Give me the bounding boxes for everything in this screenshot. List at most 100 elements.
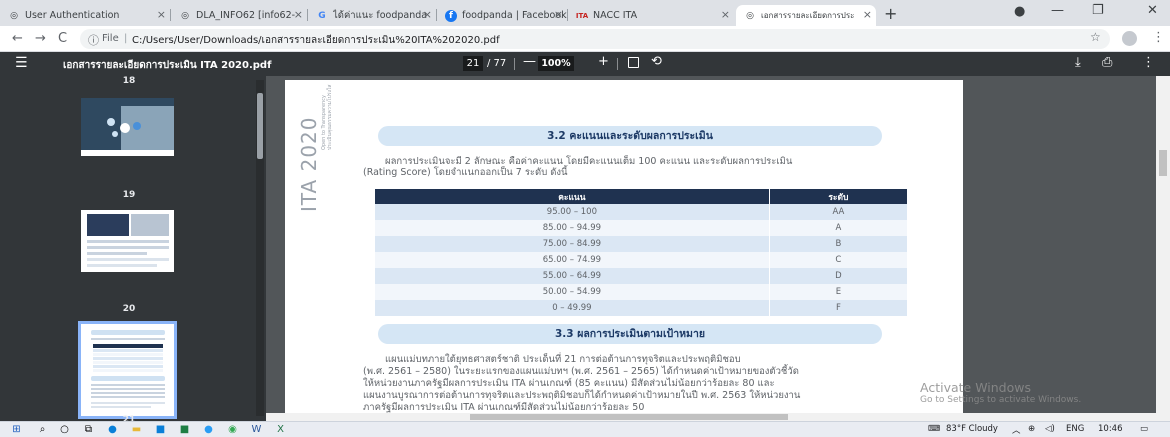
network-icon[interactable]: ⊕	[1028, 424, 1035, 434]
side-subtitle: Open to Transparency ประเมินคุณธรรมความโ…	[321, 84, 333, 150]
paragraph-line: แผนงานบูรณาการต่อต้านการทุจริตและประพฤติ…	[363, 390, 801, 401]
google-icon: G	[318, 10, 326, 21]
close-tab-icon[interactable]: ×	[294, 8, 303, 21]
paragraph-line: แผนแม่บทภายใต้ยุทธศาสตร์ชาติ ประเด็นที่ …	[385, 354, 741, 365]
more-options-icon[interactable]: ⋮	[1142, 55, 1155, 70]
language-indicator[interactable]: ENG	[1066, 424, 1084, 434]
sidebar-menu-icon[interactable]: ☰	[15, 55, 28, 71]
rotate-icon[interactable]: ⟲	[651, 54, 662, 69]
store-icon[interactable]: ■	[154, 423, 167, 435]
close-window-button[interactable]: ✕	[1147, 3, 1158, 18]
clock[interactable]: 10:46	[1098, 424, 1123, 434]
table-row: 0 – 49.99 F	[375, 300, 907, 316]
tab-user-authentication[interactable]: ◎ User Authentication ×	[0, 5, 170, 26]
tab-title: DLA_INFO62 [info62-	[196, 10, 296, 21]
download-icon[interactable]: ⤓	[1075, 55, 1081, 70]
table-cell: E	[768, 284, 907, 300]
back-button[interactable]: ←	[12, 31, 23, 46]
keyboard-icon[interactable]: ⌨	[928, 424, 940, 434]
info-icon[interactable]: ⓘ	[88, 32, 99, 48]
address-bar-row: ← → C ⓘ File | C:/Users/User/Downloads/เ…	[0, 26, 1170, 52]
section-heading: 3.2 คะแนนและระดับผลการประเมิน	[378, 126, 882, 146]
paragraph-line: ผลการประเมินจะมี 2 ลักษณะ คือค่าคะแนน โด…	[385, 156, 793, 167]
file-explorer-icon[interactable]: ▬	[130, 423, 143, 435]
tray-expand-icon[interactable]: ︿	[1012, 424, 1021, 436]
table-row: 75.00 – 84.99 B	[375, 236, 907, 252]
activate-windows-watermark: Activate Windows Go to Settings to activ…	[920, 380, 1082, 405]
volume-icon[interactable]: ◁)	[1045, 424, 1055, 434]
paragraph-line: (พ.ศ. 2561 – 2580) ในระยะแรกของแผนแม่บทฯ…	[363, 366, 799, 377]
facebook-icon: f	[445, 9, 457, 22]
thumbnail-page-20[interactable]	[81, 210, 174, 272]
table-cell: A	[768, 220, 907, 236]
notification-icon[interactable]: ▭	[1140, 424, 1148, 434]
table-cell: 50.00 – 54.99	[375, 284, 770, 300]
nacc-icon: ITA	[575, 11, 589, 20]
table-cell: 85.00 – 94.99	[375, 220, 770, 236]
pdf-page: ITA 2020 Open to Transparency ประเมินคุณ…	[285, 80, 963, 421]
vertical-scrollbar-thumb[interactable]	[1159, 150, 1167, 176]
weather-text[interactable]: 83°F Cloudy	[946, 424, 998, 434]
tab-foodpanda-facebook[interactable]: f foodpanda | Facebook ×	[437, 5, 567, 26]
close-tab-icon[interactable]: ×	[554, 8, 563, 21]
tab-strip: ◎ User Authentication × ◎ DLA_INFO62 [in…	[0, 0, 1170, 26]
restore-button[interactable]: ❐	[1092, 3, 1104, 18]
pdf-toolbar: ☰ เอกสารรายละเอียดการประเมิน ITA 2020.pd…	[0, 52, 1170, 76]
account-avatar[interactable]	[1122, 31, 1137, 46]
task-view-icon[interactable]: ⧉	[82, 423, 95, 435]
table-cell: AA	[768, 204, 907, 220]
document-title: เอกสารรายละเอียดการประเมิน ITA 2020.pdf	[63, 60, 272, 71]
tab-google-foodpanda[interactable]: G ได้ค่าแนะ foodpanda ×	[308, 5, 436, 26]
side-title: ITA 2020	[297, 116, 321, 213]
print-icon[interactable]: ⎙	[1102, 55, 1112, 70]
thumbnail-number: 18	[122, 76, 136, 86]
globe-icon: ◎	[181, 10, 189, 21]
score-table: คะแนน ระดับ 95.00 – 100 AA 85.00 – 94.99 A…	[375, 189, 907, 316]
address-bar[interactable]: ⓘ File | C:/Users/User/Downloads/เอกสารร…	[80, 29, 1110, 49]
edge-app-icon[interactable]: ●	[202, 423, 215, 435]
excel-icon[interactable]: X	[274, 423, 287, 435]
url-scheme: File	[102, 33, 119, 44]
mail-icon[interactable]: ■	[178, 423, 191, 435]
table-cell: 55.00 – 64.99	[375, 268, 770, 284]
pdf-viewport: ITA 2020 Open to Transparency ประเมินคุณ…	[266, 76, 1170, 421]
bookmark-star-icon[interactable]: ☆	[1090, 30, 1101, 44]
sidebar-scrollbar-thumb[interactable]	[257, 93, 263, 159]
reload-button[interactable]: C	[58, 31, 67, 46]
zoom-out-button[interactable]: —	[523, 54, 536, 69]
thumbnail-page-19[interactable]	[81, 98, 174, 156]
profile-icon[interactable]: ●	[1014, 4, 1025, 19]
windows-start-icon[interactable]: ⊞	[10, 423, 23, 435]
page-total: / 77	[487, 58, 507, 69]
edge-icon[interactable]: ●	[106, 423, 119, 435]
horizontal-scrollbar-thumb[interactable]	[470, 414, 788, 420]
table-cell: 65.00 – 74.99	[375, 252, 770, 268]
taskbar: ⊞ ⌕ ○ ⧉ ● ▬ ■ ■ ● ◉ W X ⌨ 83°F Cloudy ︿ …	[0, 421, 1170, 437]
globe-icon: ◎	[10, 10, 18, 21]
close-tab-icon[interactable]: ×	[157, 8, 166, 21]
forward-button[interactable]: →	[35, 31, 46, 46]
table-row: 50.00 – 54.99 E	[375, 284, 907, 300]
table-cell: B	[768, 236, 907, 252]
chrome-icon[interactable]: ◉	[226, 423, 239, 435]
thumbnail-page-21[interactable]	[78, 321, 177, 419]
browser-menu-icon[interactable]: ⋮	[1152, 30, 1165, 45]
tab-dla-info62[interactable]: ◎ DLA_INFO62 [info62- ×	[171, 5, 307, 26]
close-tab-icon[interactable]: ×	[863, 8, 872, 21]
url-text[interactable]: C:/Users/User/Downloads/เอกสารรายละเอียด…	[132, 33, 500, 48]
word-icon[interactable]: W	[250, 423, 263, 435]
close-tab-icon[interactable]: ×	[721, 8, 730, 21]
page-number-input[interactable]: 21	[463, 56, 483, 71]
tab-nacc-ita[interactable]: ITA NACC ITA ×	[568, 5, 734, 26]
cortana-icon[interactable]: ○	[58, 423, 71, 435]
minimize-button[interactable]: —	[1051, 3, 1064, 18]
fit-page-icon[interactable]	[628, 57, 639, 68]
close-tab-icon[interactable]: ×	[423, 8, 432, 21]
paragraph-line: ให้หน่วยงานภาครัฐมีผลการประเมิน ITA ผ่าน…	[363, 378, 775, 389]
vertical-scrollbar[interactable]	[1156, 76, 1170, 421]
zoom-in-button[interactable]: +	[598, 54, 609, 69]
tab-pdf-document[interactable]: ◎ เอกสารรายละเอียดการประ ×	[736, 5, 876, 26]
zoom-level-input[interactable]: 100%	[538, 56, 574, 71]
search-icon[interactable]: ⌕	[36, 423, 49, 435]
new-tab-button[interactable]: +	[884, 4, 897, 23]
